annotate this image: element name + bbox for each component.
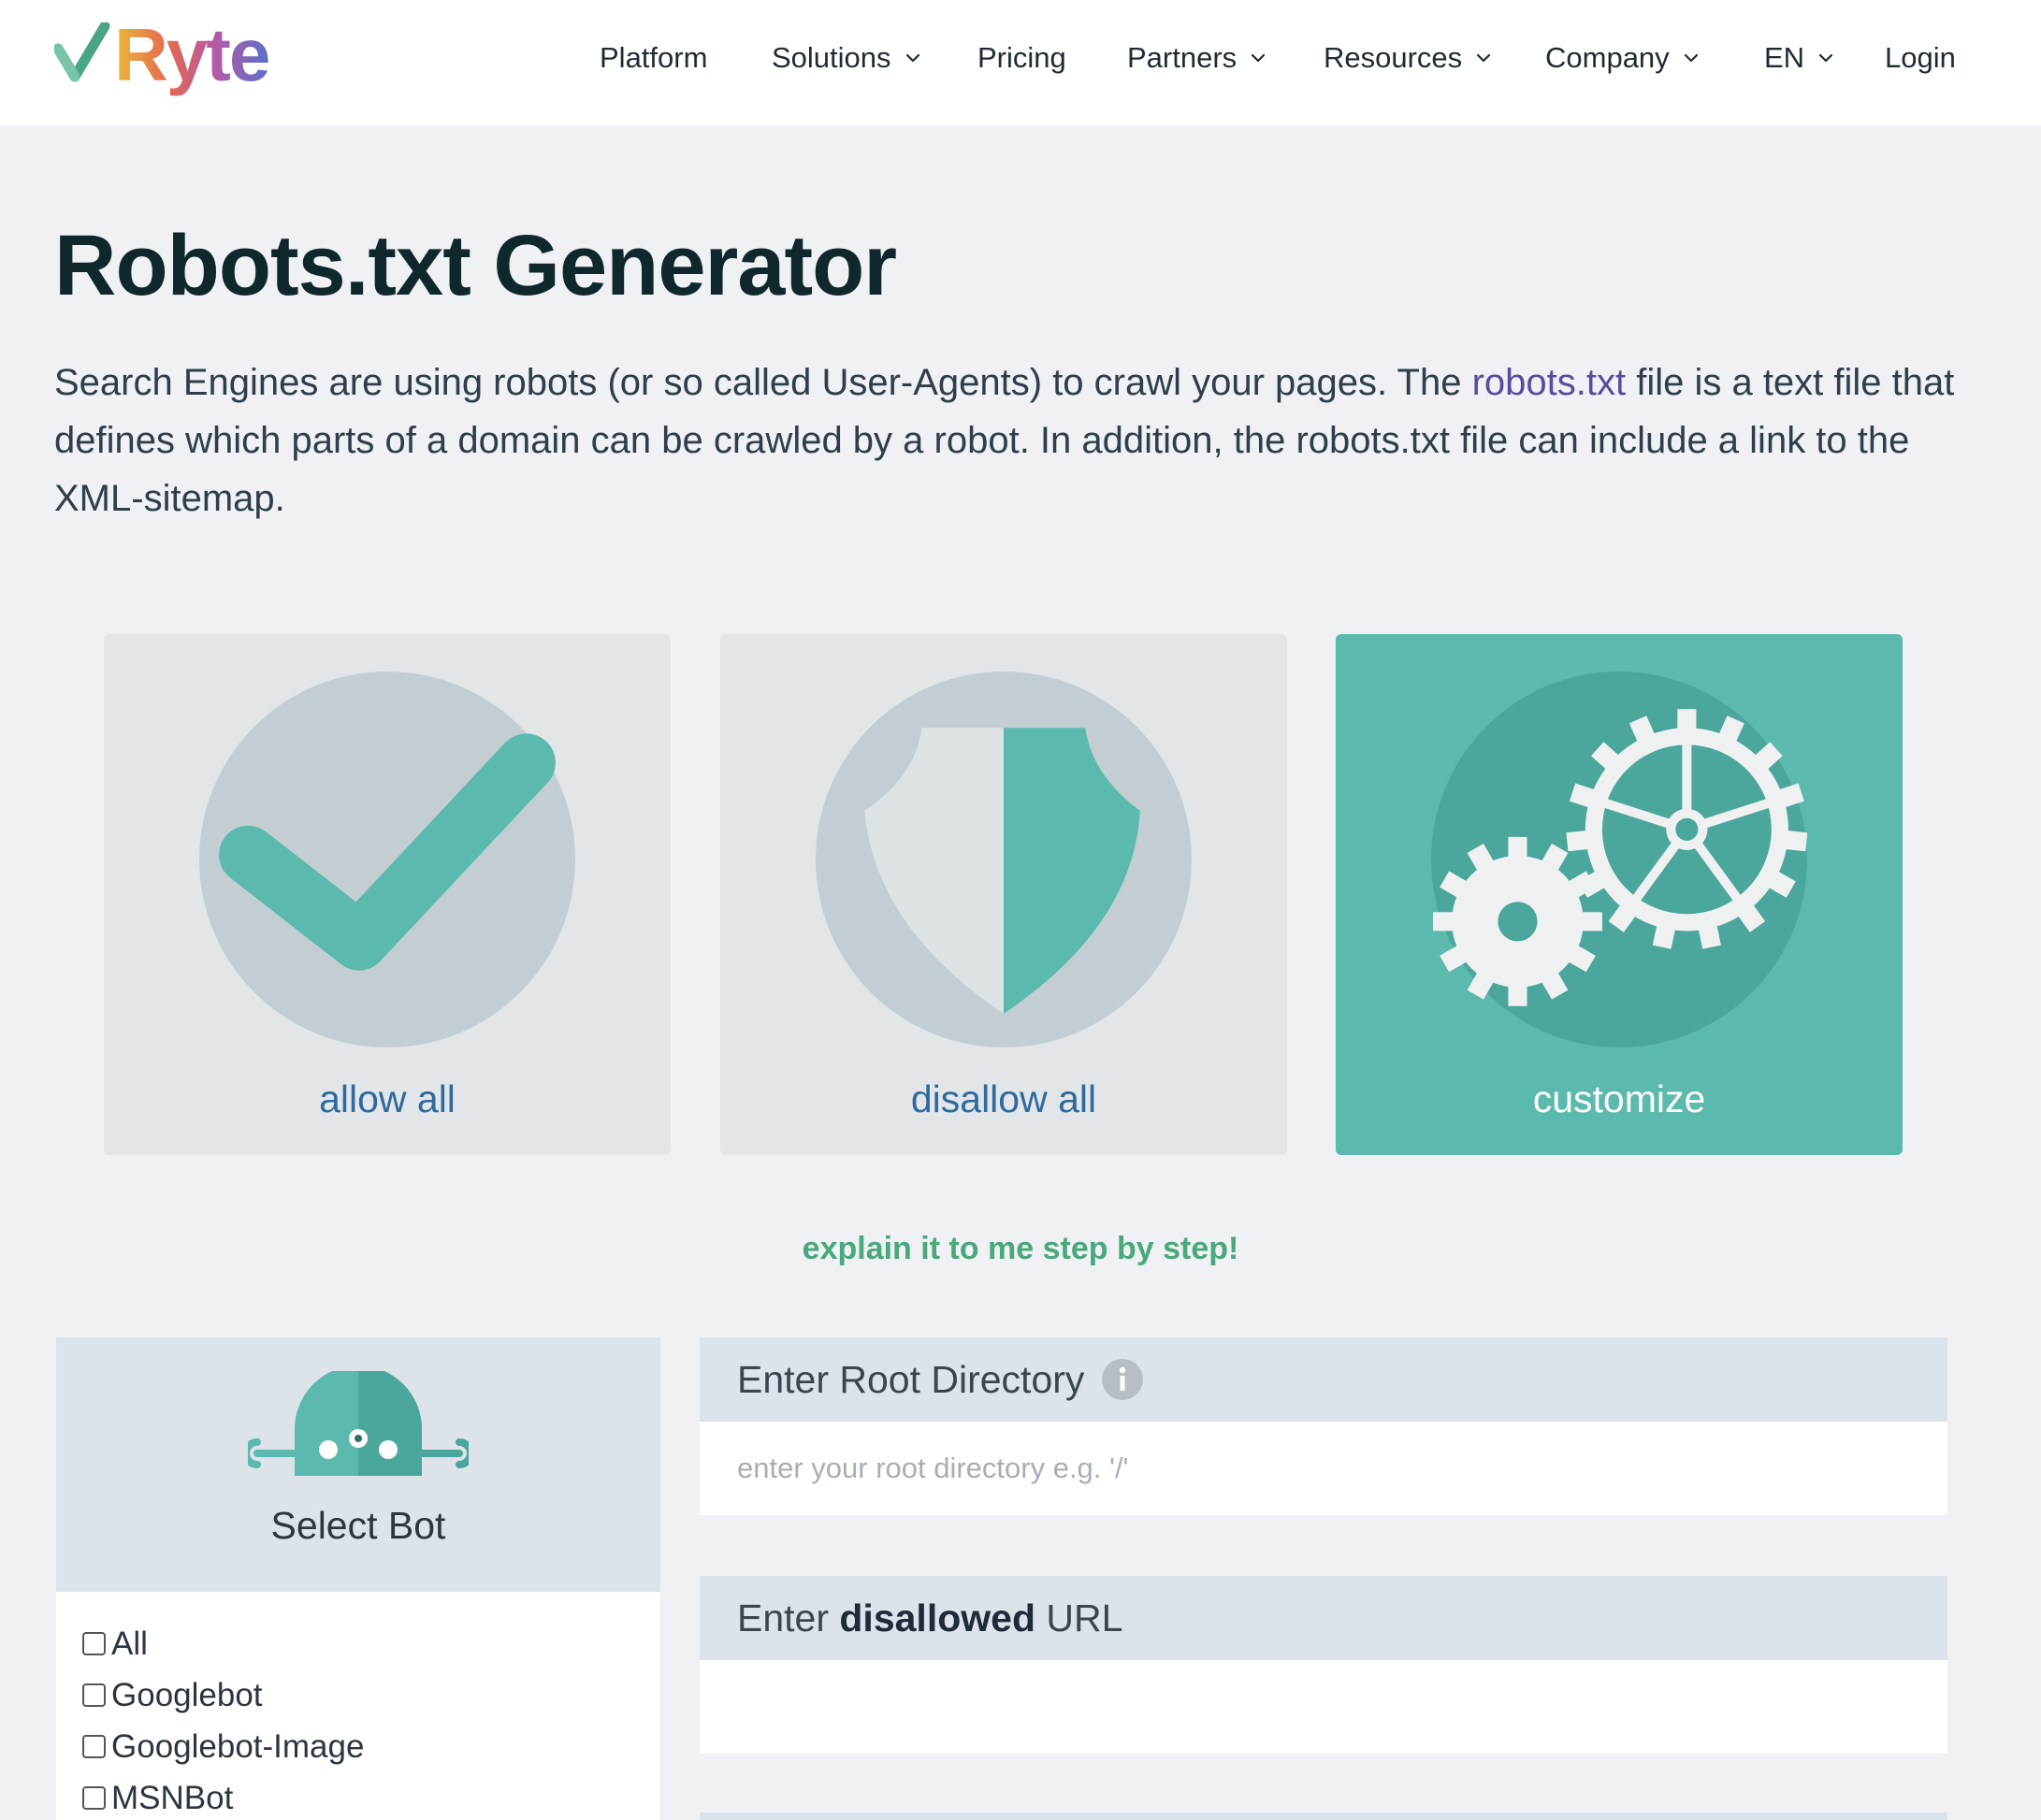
- customize-label: customize: [1532, 1077, 1706, 1120]
- next-section-header: [700, 1813, 1947, 1820]
- bot-option-all[interactable]: All: [82, 1618, 660, 1669]
- nav-solutions[interactable]: Solutions: [772, 36, 923, 80]
- disallowed-url-label-prefix: Enter: [737, 1596, 840, 1639]
- disallowed-url-label-suffix: URL: [1035, 1596, 1123, 1639]
- root-directory-header: Enter Root Directory: [700, 1337, 1947, 1422]
- nav-partners-label: Partners: [1127, 41, 1238, 74]
- customize-option[interactable]: customize: [1336, 634, 1903, 1155]
- nav-company[interactable]: Company: [1545, 36, 1701, 80]
- page-title: Robots.txt Generator: [54, 218, 897, 313]
- root-directory-input[interactable]: [700, 1422, 1947, 1515]
- disallow-all-label: disallow all: [910, 1077, 1097, 1120]
- bot-option-msnbot[interactable]: MSNBot: [82, 1772, 660, 1820]
- intro-text: Search Engines are using robots (or so c…: [54, 354, 1981, 527]
- shield-icon: [816, 672, 1192, 1047]
- bot-option-googlebot-image[interactable]: Googlebot-Image: [82, 1721, 660, 1772]
- nav-login-label: Login: [1885, 41, 1956, 74]
- bot-label: All: [111, 1625, 148, 1662]
- nav-pricing[interactable]: Pricing: [977, 36, 1066, 80]
- chevron-down-icon: [1818, 53, 1833, 63]
- intro-text-part1: Search Engines are using robots (or so c…: [54, 362, 1472, 403]
- logo-wordmark: Ryte: [114, 13, 270, 96]
- bot-label: MSNBot: [111, 1779, 234, 1816]
- nav-platform-label: Platform: [600, 41, 708, 74]
- checkmark-icon: [199, 672, 575, 1047]
- bot-checkbox[interactable]: [82, 1735, 106, 1758]
- select-bot-title: Select Bot: [270, 1504, 446, 1547]
- disallow-all-option[interactable]: disallow all: [720, 634, 1287, 1155]
- logo-check-icon: [54, 22, 110, 82]
- nav-resources[interactable]: Resources: [1324, 36, 1494, 80]
- nav-partners[interactable]: Partners: [1127, 36, 1268, 80]
- bot-checkbox[interactable]: [82, 1786, 106, 1810]
- robots-txt-link[interactable]: robots.txt: [1472, 362, 1627, 403]
- select-bot-panel: Select Bot: [56, 1337, 660, 1592]
- bot-checkbox[interactable]: [82, 1632, 106, 1655]
- site-header: Ryte Platform Solutions Pricing Partners…: [0, 0, 2041, 125]
- nav-language-label: EN: [1764, 41, 1805, 74]
- gears-icon: [1431, 672, 1807, 1047]
- chevron-down-icon: [905, 53, 919, 63]
- nav-company-label: Company: [1545, 41, 1670, 74]
- nav-login[interactable]: Login: [1885, 36, 1956, 80]
- nav-resources-label: Resources: [1324, 41, 1463, 74]
- nav-platform[interactable]: Platform: [600, 36, 707, 80]
- bot-list: All Googlebot Googlebot-Image MSNBot: [56, 1592, 660, 1820]
- chevron-down-icon: [1477, 53, 1491, 63]
- bot-checkbox[interactable]: [82, 1683, 106, 1707]
- ryte-logo[interactable]: Ryte: [54, 13, 270, 97]
- bot-option-googlebot[interactable]: Googlebot: [82, 1669, 660, 1721]
- nav-solutions-label: Solutions: [772, 41, 891, 74]
- explain-step-by-step-link[interactable]: explain it to me step by step!: [0, 1231, 2041, 1267]
- disallowed-url-label-bold: disallowed: [839, 1596, 1035, 1639]
- info-icon[interactable]: [1101, 1358, 1144, 1401]
- nav-language[interactable]: EN: [1764, 36, 1836, 80]
- allow-all-label: allow all: [319, 1077, 456, 1120]
- nav-pricing-label: Pricing: [977, 41, 1066, 74]
- allow-all-option[interactable]: allow all: [104, 634, 671, 1155]
- bot-label: Googlebot-Image: [111, 1727, 365, 1765]
- chevron-down-icon: [1252, 53, 1266, 63]
- bot-label: Googlebot: [111, 1676, 263, 1713]
- root-directory-label: Enter Root Directory: [737, 1357, 1085, 1401]
- chevron-down-icon: [1684, 53, 1698, 63]
- disallowed-url-input[interactable]: [700, 1660, 1947, 1754]
- disallowed-url-header: Enter disallowed URL: [700, 1576, 1947, 1660]
- robot-icon: [248, 1371, 469, 1476]
